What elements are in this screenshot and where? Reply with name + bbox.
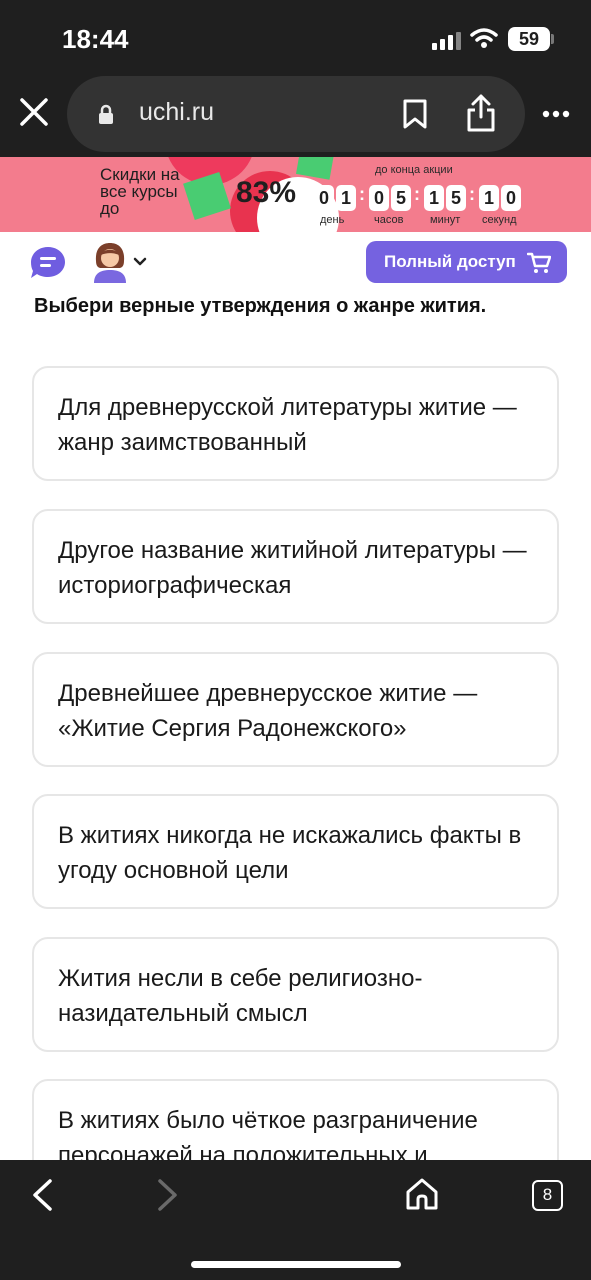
- back-arrow-icon[interactable]: [30, 1178, 54, 1212]
- countdown-digit: 0: [369, 185, 389, 211]
- answer-option[interactable]: В житиях никогда не искажались факты в у…: [32, 794, 559, 909]
- countdown-unit: секунд: [482, 214, 517, 226]
- countdown-separator: :: [359, 184, 365, 204]
- countdown-digit: 1: [336, 185, 356, 211]
- countdown-digit: 1: [479, 185, 499, 211]
- battery-tip: [551, 34, 554, 44]
- cellular-signal-icon: [432, 32, 462, 50]
- countdown-digit: 1: [424, 185, 444, 211]
- promo-text: Скидки на все курсы до: [100, 165, 180, 218]
- lock-icon: [99, 104, 113, 124]
- chat-icon[interactable]: [30, 246, 66, 280]
- countdown-digit: 5: [391, 185, 411, 211]
- countdown-caption: до конца акции: [375, 164, 453, 176]
- promo-percent: 83%: [236, 176, 297, 209]
- status-time: 18:44: [62, 24, 129, 54]
- url-text[interactable]: uchi.ru: [139, 98, 214, 127]
- full-access-label: Полный доступ: [384, 252, 516, 271]
- countdown-unit: минут: [430, 214, 461, 226]
- cart-icon: [527, 252, 551, 273]
- more-options-icon[interactable]: [542, 110, 570, 118]
- home-indicator: [191, 1261, 401, 1268]
- countdown-unit: часов: [374, 214, 404, 226]
- forward-arrow-icon[interactable]: [156, 1178, 180, 1212]
- countdown-digit: 0: [314, 185, 334, 211]
- home-icon[interactable]: [405, 1177, 439, 1211]
- countdown-unit: день: [320, 214, 345, 226]
- answer-option[interactable]: Древнейшее древнерусское житие — «Житие …: [32, 652, 559, 767]
- countdown-separator: :: [414, 184, 420, 204]
- share-icon[interactable]: [465, 93, 497, 133]
- bookmark-icon[interactable]: [402, 98, 428, 130]
- answer-option[interactable]: Жития несли в себе религиозно-назидатель…: [32, 937, 559, 1052]
- countdown-digit: 5: [446, 185, 466, 211]
- avatar[interactable]: [91, 241, 129, 283]
- close-icon[interactable]: [18, 96, 50, 128]
- answer-option[interactable]: Для древнерусской литературы житие — жан…: [32, 366, 559, 481]
- address-bar[interactable]: [67, 76, 525, 152]
- countdown-separator: :: [469, 184, 475, 204]
- answer-option[interactable]: Другое название житийной литературы — ис…: [32, 509, 559, 624]
- battery-indicator: 59: [508, 27, 550, 51]
- chevron-down-icon[interactable]: [133, 257, 147, 267]
- question-title: Выбери верные утверждения о жанре жития.: [34, 295, 487, 317]
- promo-banner[interactable]: Скидки на все курсы до 83% до конца акци…: [0, 157, 591, 232]
- wifi-icon: [470, 28, 498, 48]
- countdown-digit: 0: [501, 185, 521, 211]
- tabs-button[interactable]: 8: [532, 1180, 563, 1211]
